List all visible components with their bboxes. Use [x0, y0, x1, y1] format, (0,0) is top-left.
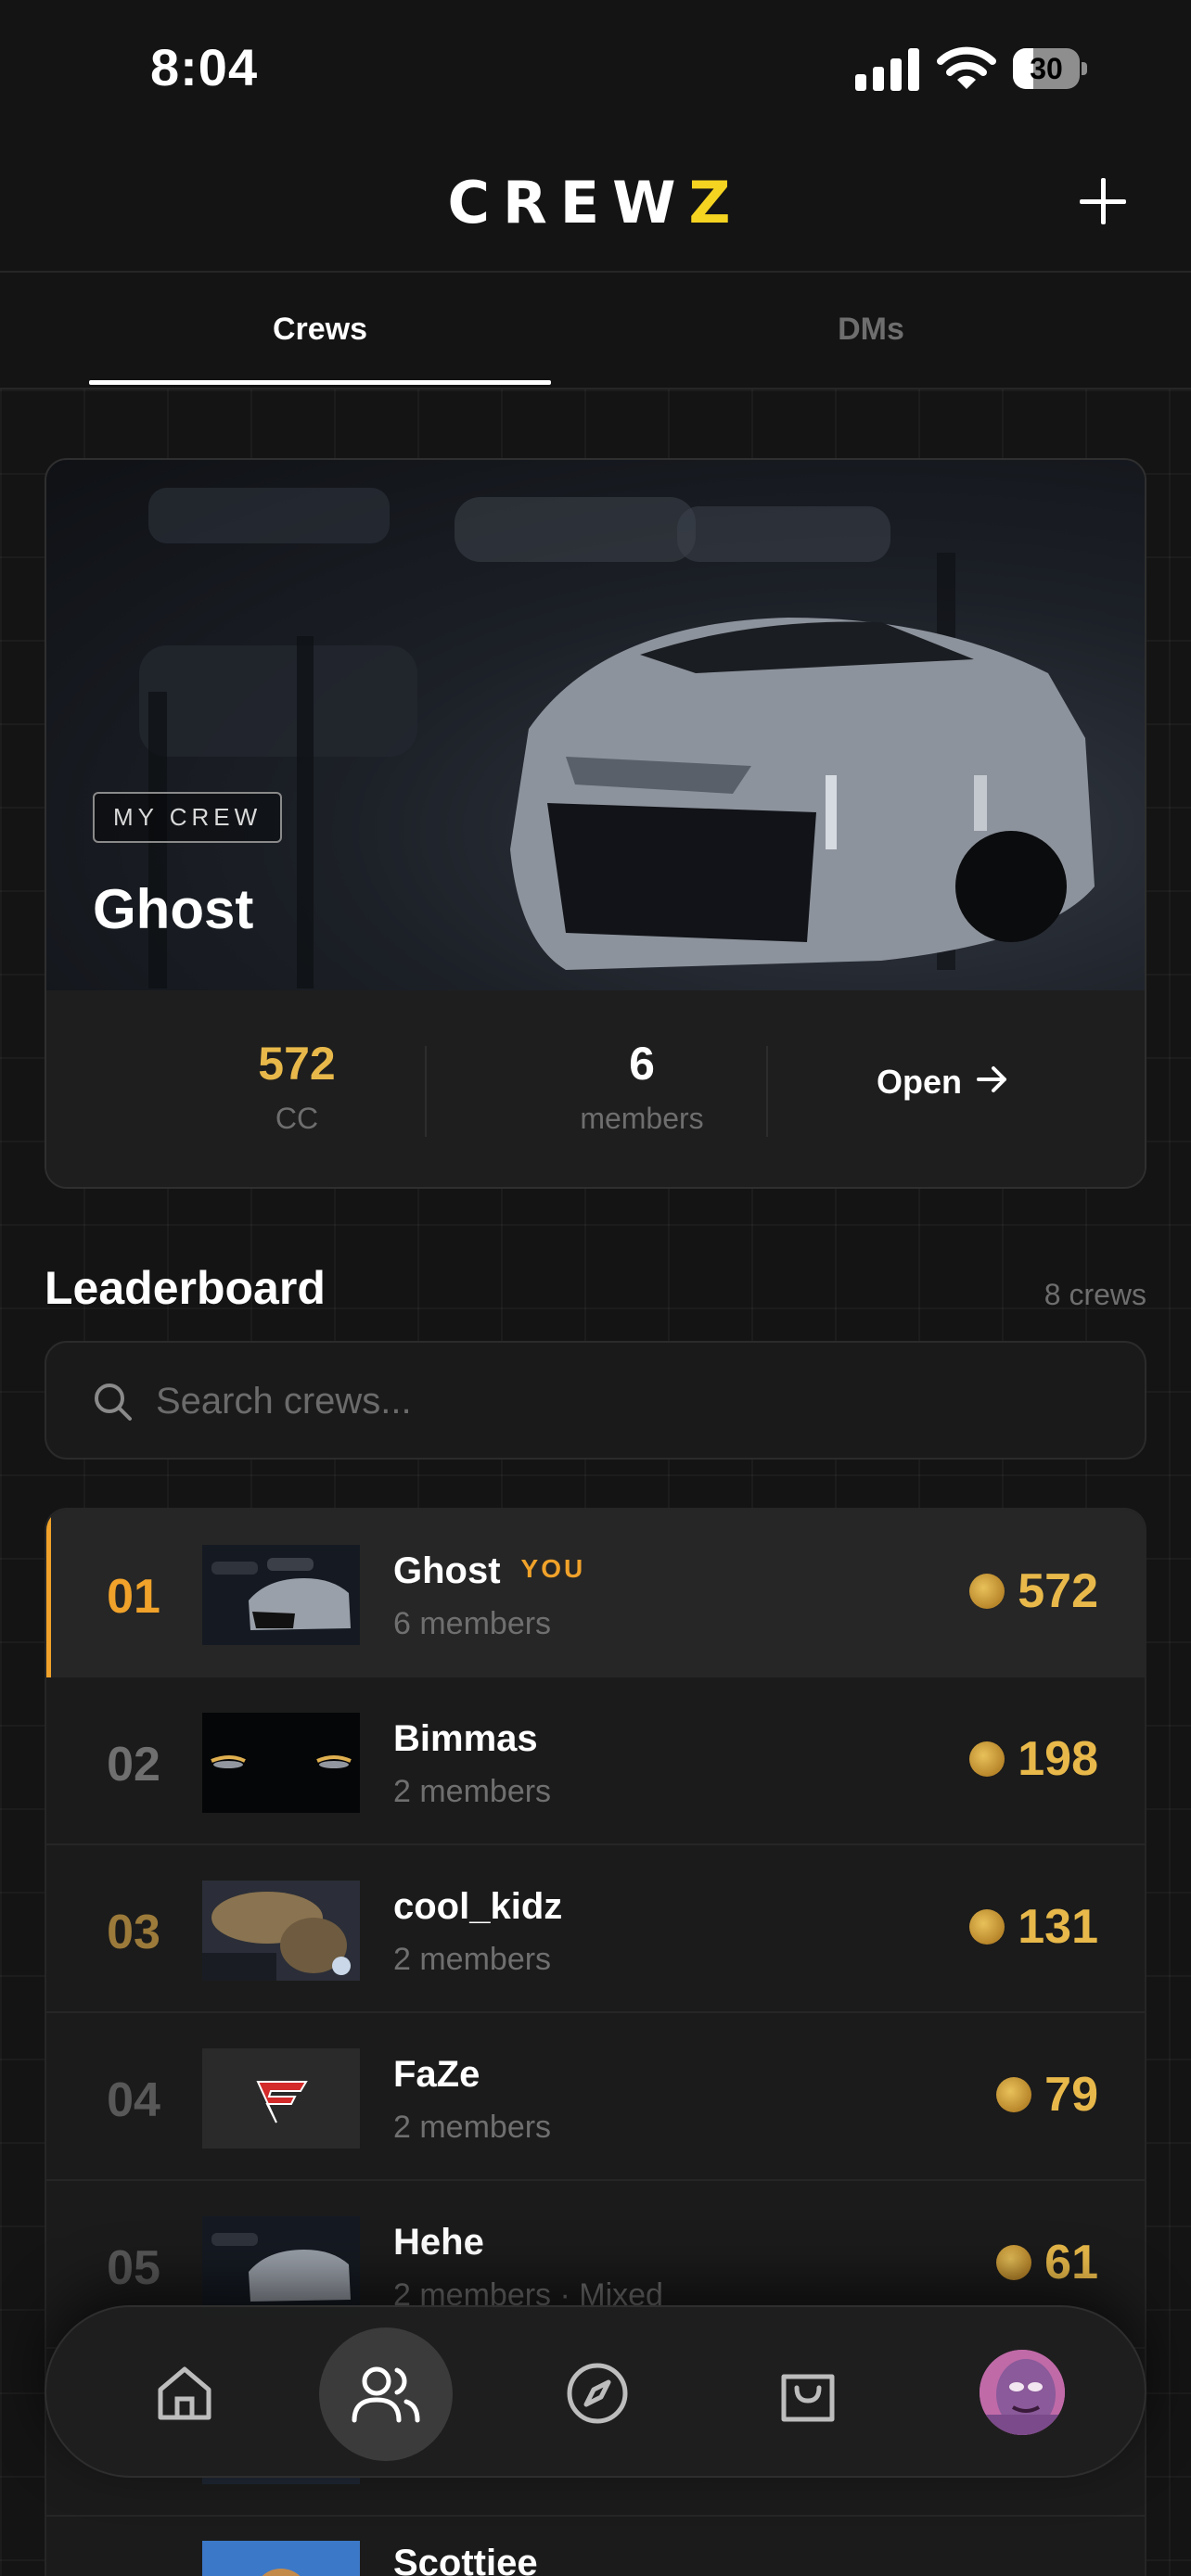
shopping-bag-icon [781, 2374, 835, 2422]
crew-members: 2 members [393, 2110, 552, 2145]
stat-members: 6 members [503, 1037, 781, 1136]
crew-name: Bimmas [393, 1718, 538, 1759]
search-icon [95, 1384, 132, 1421]
crew-thumbnail [202, 2216, 360, 2316]
nav-shop[interactable] [755, 2340, 861, 2446]
status-bar: 8:04 30 [0, 0, 1191, 139]
wifi-icon [937, 46, 996, 89]
nav-home[interactable] [132, 2340, 237, 2446]
crew-thumbnail [202, 2048, 360, 2149]
crew-score: 572 [969, 1563, 1098, 1619]
crew-score: 131 [969, 1899, 1098, 1955]
nav-crews[interactable] [319, 2327, 453, 2461]
stat-cc: 572 CC [158, 1037, 436, 1136]
stat-cc-label: CC [275, 1102, 319, 1135]
my-crew-badge: MY CREW [93, 792, 283, 843]
coin-icon [969, 1574, 1005, 1609]
rank-number: 05 [107, 2241, 160, 2295]
tabs-divider [0, 388, 1191, 389]
leaderboard-row[interactable]: 03 cool_kidz 2 members 131 [46, 1845, 1145, 2013]
leaderboard-row[interactable]: 01 Ghost YOU 6 members 572 [46, 1510, 1145, 1677]
leaderboard-title: Leaderboard [45, 1262, 326, 1314]
stat-divider [425, 1046, 427, 1137]
compass-icon [567, 2363, 628, 2424]
crew-name: Scottiee [393, 2543, 538, 2576]
open-crew-label: Open [877, 1063, 963, 1101]
crew-name: cool_kidz [393, 1886, 563, 1927]
tab-crews[interactable]: Crews [89, 312, 551, 348]
active-tab-indicator [89, 380, 551, 385]
crew-members: 2 members [393, 1942, 552, 1977]
profile-avatar[interactable] [980, 2350, 1065, 2435]
coin-icon [969, 1909, 1005, 1945]
open-crew-button[interactable]: Open [877, 1063, 1008, 1102]
arrow-right-icon [977, 1063, 1008, 1102]
crew-name: Ghost YOU [393, 1550, 586, 1591]
leaderboard-row[interactable]: Scottiee [46, 2517, 1145, 2576]
crew-name: FaZe [393, 2054, 480, 2095]
battery-icon: 30 [1013, 48, 1087, 89]
rank-number: 02 [107, 1738, 160, 1792]
my-crew-name: Ghost [93, 878, 254, 940]
crew-members: 2 members [393, 1774, 552, 1809]
coin-icon [996, 2077, 1032, 2112]
crew-thumbnail [202, 1545, 360, 1645]
rank-number: 03 [107, 1906, 160, 1959]
search-bar[interactable] [45, 1341, 1146, 1460]
create-crew-button[interactable] [1076, 174, 1130, 228]
crew-thumbnail [202, 1713, 360, 1813]
rank-number: 04 [107, 2073, 160, 2127]
app-logo: CREWZ [447, 169, 744, 236]
home-icon [158, 2366, 211, 2420]
crew-score: 79 [996, 2067, 1098, 2123]
search-input[interactable] [156, 1371, 991, 1432]
battery-level: 30 [1030, 52, 1063, 85]
header-divider [0, 271, 1191, 273]
leaderboard-row[interactable]: 04 FaZe 2 members 79 [46, 2013, 1145, 2181]
stat-cc-value: 572 [258, 1038, 336, 1090]
tab-dms[interactable]: DMs [640, 312, 1102, 348]
coin-icon [969, 1741, 1005, 1777]
stat-members-value: 6 [629, 1038, 655, 1090]
users-icon [352, 2366, 420, 2423]
leaderboard-row[interactable]: 02 Bimmas 2 members 198 [46, 1677, 1145, 1845]
crew-cover-image: MY CREW Ghost [46, 460, 1145, 990]
stat-members-label: members [580, 1102, 704, 1135]
nav-explore[interactable] [544, 2340, 650, 2446]
crew-score: 61 [996, 2235, 1098, 2290]
status-time: 8:04 [150, 38, 259, 96]
crew-name: Hehe [393, 2222, 484, 2263]
crew-members: 6 members [393, 1606, 552, 1641]
crew-stats: 572 CC 6 members Open [46, 990, 1145, 1187]
you-tag: YOU [520, 1554, 586, 1584]
cellular-signal-icon [855, 48, 920, 91]
coin-icon [996, 2245, 1032, 2280]
stat-divider [766, 1046, 768, 1137]
crew-thumbnail [202, 1881, 360, 1981]
bottom-navigation [45, 2305, 1146, 2478]
crew-score: 198 [969, 1731, 1098, 1787]
crew-thumbnail [202, 2541, 360, 2576]
rank-number: 01 [107, 1570, 160, 1624]
my-crew-card[interactable]: MY CREW Ghost 572 CC 6 members Open [45, 458, 1146, 1189]
crew-count: 8 crews [1044, 1278, 1146, 1311]
